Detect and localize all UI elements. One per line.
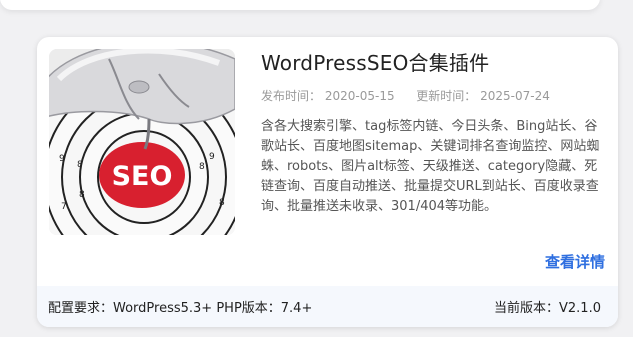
card-footer: 配置要求：WordPress5.3+ PHP版本：7.4+ 当前版本：V2.1.…: [37, 286, 618, 327]
plugin-title: WordPressSEO合集插件: [261, 51, 490, 75]
plugin-thumbnail: 8 7 8 9 9 8 8 7 8 SEO: [49, 49, 235, 235]
ring-number: 8: [77, 160, 83, 170]
previous-card-edge: [0, 0, 600, 10]
plugin-meta: 发布时间： 2020-05-15 更新时间： 2025-07-24: [261, 87, 550, 104]
requirements-text: 配置要求：WordPress5.3+ PHP版本：7.4+: [48, 301, 313, 316]
ring-number: 8: [199, 162, 205, 172]
ring-number: 8: [79, 190, 85, 200]
plugin-description: 含各大搜索引擎、tag标签内链、今日头条、Bing站长、谷歌站长、百度地图sit…: [261, 119, 600, 214]
publish-date: 2020-05-15: [324, 89, 395, 103]
seo-target-image: 8 7 8 9 9 8 8 7 8 SEO: [49, 49, 235, 235]
ring-number: 8: [219, 198, 225, 208]
seo-badge-text: SEO: [112, 161, 173, 192]
ring-number: 9: [59, 154, 65, 164]
ring-number: 7: [61, 202, 67, 212]
plugin-card: 8 7 8 9 9 8 8 7 8 SEO WordPressSEO合集插: [37, 37, 618, 327]
view-details-link[interactable]: 查看详情: [545, 251, 605, 272]
update-label: 更新时间：: [416, 89, 477, 103]
current-version-text: 当前版本：V2.1.0: [494, 301, 601, 316]
ring-number: 9: [209, 152, 215, 162]
publish-label: 发布时间：: [261, 89, 322, 103]
update-date: 2025-07-24: [480, 89, 550, 103]
